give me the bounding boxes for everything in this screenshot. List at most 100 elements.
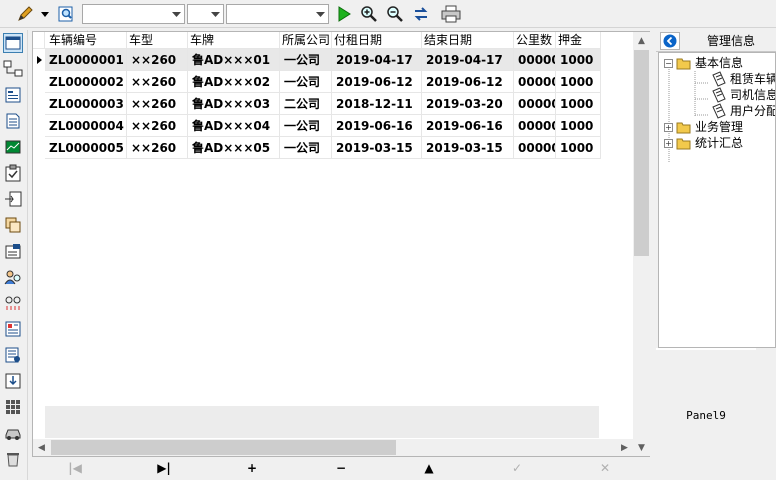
column-header[interactable]: 所属公司	[280, 32, 332, 49]
table-cell[interactable]: ZL0000002	[45, 71, 127, 93]
scroll-up-icon[interactable]: ▲	[633, 32, 650, 49]
tree-node-rental-vehicles[interactable]: 租赁车辆	[711, 71, 775, 87]
scroll-right-icon[interactable]: ▶	[616, 439, 633, 456]
clipboard-check-icon[interactable]	[3, 163, 23, 183]
table-cell[interactable]: ××260	[127, 115, 188, 137]
table-cell[interactable]: 1000	[556, 49, 601, 71]
pencil-icon[interactable]	[14, 3, 36, 25]
scroll-down-icon[interactable]: ▼	[633, 439, 650, 456]
form-icon[interactable]	[3, 85, 23, 105]
tree-node-business[interactable]: + 业务管理	[664, 119, 743, 135]
chart-icon[interactable]	[3, 137, 23, 157]
document-icon[interactable]	[3, 111, 23, 131]
zoom-in-icon[interactable]	[358, 3, 380, 25]
delete-record-button[interactable]: −	[326, 459, 356, 477]
zoom-out-icon[interactable]	[384, 3, 406, 25]
first-record-button[interactable]: |◀	[60, 459, 90, 477]
column-header[interactable]: 结束日期	[422, 32, 514, 49]
column-header[interactable]: 车型	[127, 32, 188, 49]
find-icon[interactable]	[55, 3, 77, 25]
table-cell[interactable]: ZL0000005	[45, 137, 127, 159]
column-header[interactable]: 车牌	[188, 32, 280, 49]
vertical-scroll-thumb[interactable]	[634, 50, 649, 256]
table-cell[interactable]: 一公司	[280, 115, 332, 137]
vertical-scrollbar[interactable]: ▲ ▼	[633, 32, 650, 456]
table-cell[interactable]: 二公司	[280, 93, 332, 115]
collapse-toggle[interactable]: −	[664, 58, 673, 68]
table-cell[interactable]: 1000	[556, 115, 601, 137]
insert-record-button[interactable]: +	[237, 459, 267, 477]
trash-icon[interactable]	[3, 449, 23, 469]
column-header[interactable]: 车辆编号	[45, 32, 127, 49]
table-cell[interactable]: ××260	[127, 93, 188, 115]
printer-icon[interactable]	[440, 3, 462, 25]
table-cell[interactable]: 2019-03-20	[422, 93, 514, 115]
collapse-button[interactable]	[660, 32, 680, 50]
network-icon[interactable]	[3, 59, 23, 79]
table-row[interactable]: ZL0000005 ××260 鲁AD×××05 一公司 2019-03-15 2019-…	[33, 137, 601, 159]
table-cell[interactable]: 00000	[514, 137, 556, 159]
table-row[interactable]: ZL0000002 ××260 鲁AD×××02 一公司 2019-06-12 2019-…	[33, 71, 601, 93]
table-cell[interactable]: ××260	[127, 49, 188, 71]
table-cell[interactable]: 一公司	[280, 137, 332, 159]
report-icon[interactable]	[3, 319, 23, 339]
table-row[interactable]: ZL0000001 ××260 鲁AD×××01 一公司 2019-04-17 2019-…	[33, 49, 601, 71]
table-row[interactable]: ZL0000003 ××260 鲁AD×××03 二公司 2018-12-11 2019-…	[33, 93, 601, 115]
table-cell[interactable]: 鲁AD×××01	[188, 49, 280, 71]
table-cell[interactable]: 一公司	[280, 49, 332, 71]
post-record-button[interactable]: ✓	[502, 459, 532, 477]
table-cell[interactable]: 00000	[514, 115, 556, 137]
table-cell[interactable]: ZL0000004	[45, 115, 127, 137]
user-search-icon[interactable]	[3, 267, 23, 287]
run-icon[interactable]	[333, 3, 355, 25]
table-cell[interactable]: 鲁AD×××04	[188, 115, 280, 137]
table-cell[interactable]: 2019-03-15	[422, 137, 514, 159]
table-cell[interactable]: 00000	[514, 93, 556, 115]
table-cell[interactable]: ZL0000001	[45, 49, 127, 71]
table-cell[interactable]: 2018-12-11	[332, 93, 422, 115]
edit-record-button[interactable]: ▲	[414, 459, 444, 477]
table-cell[interactable]: 鲁AD×××02	[188, 71, 280, 93]
table-cell[interactable]: 2019-06-12	[422, 71, 514, 93]
table-cell[interactable]: 2019-06-12	[332, 71, 422, 93]
last-record-button[interactable]: ▶|	[149, 459, 179, 477]
table-cell[interactable]: 2019-06-16	[332, 115, 422, 137]
chevron-down-icon[interactable]	[38, 3, 52, 25]
scroll-left-icon[interactable]: ◀	[33, 439, 50, 456]
tree-node-basic-info[interactable]: − 基本信息	[664, 55, 743, 71]
table-cell[interactable]: 2019-03-15	[332, 137, 422, 159]
horizontal-scrollbar[interactable]: ◀ ▶	[33, 439, 633, 456]
table-cell[interactable]: 2019-04-17	[422, 49, 514, 71]
filter-value-combo[interactable]	[226, 4, 329, 24]
table-cell[interactable]: ZL0000003	[45, 93, 127, 115]
table-cell[interactable]: ××260	[127, 137, 188, 159]
table-cell[interactable]: 1000	[556, 93, 601, 115]
tree-node-driver-info[interactable]: 司机信息	[711, 87, 775, 103]
table-cell[interactable]: 鲁AD×××03	[188, 93, 280, 115]
expand-toggle[interactable]: +	[664, 138, 673, 148]
table-cell[interactable]: ××260	[127, 71, 188, 93]
operator-combo[interactable]	[187, 4, 224, 24]
column-header[interactable]: 付租日期	[332, 32, 422, 49]
car-icon[interactable]	[3, 423, 23, 443]
table-cell[interactable]: 00000	[514, 71, 556, 93]
cancel-record-button[interactable]: ✕	[590, 459, 620, 477]
filter-field-combo[interactable]	[82, 4, 185, 24]
link-icon[interactable]	[3, 293, 23, 313]
table-cell[interactable]: 2019-06-16	[422, 115, 514, 137]
tree-node-stats[interactable]: + 统计汇总	[664, 135, 743, 151]
table-cell[interactable]: 2019-04-17	[332, 49, 422, 71]
expand-toggle[interactable]: +	[664, 122, 673, 132]
tree-node-user-assignment[interactable]: 用户分配	[711, 103, 775, 119]
table-cell[interactable]: 一公司	[280, 71, 332, 93]
export-icon[interactable]	[3, 189, 23, 209]
table-cell[interactable]: 1000	[556, 71, 601, 93]
grid-icon[interactable]	[3, 397, 23, 417]
table-row[interactable]: ZL0000004 ××260 鲁AD×××04 一公司 2019-06-16 2019-…	[33, 115, 601, 137]
document-list-icon[interactable]	[3, 345, 23, 365]
table-cell[interactable]: 1000	[556, 137, 601, 159]
copy-icon[interactable]	[3, 215, 23, 235]
horizontal-scroll-thumb[interactable]	[51, 440, 396, 455]
table-cell[interactable]: 00000	[514, 49, 556, 71]
refresh-icon[interactable]	[410, 3, 432, 25]
